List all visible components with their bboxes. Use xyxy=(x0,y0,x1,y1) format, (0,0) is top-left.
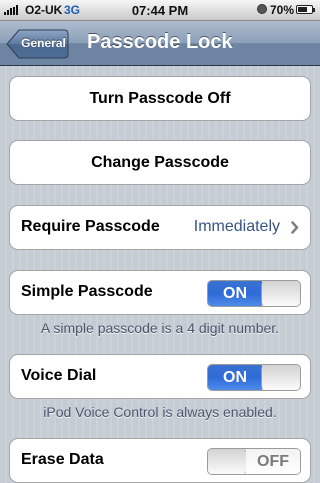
require-passcode-row[interactable]: Require Passcode Immediately xyxy=(9,205,311,250)
toggle-knob xyxy=(261,365,300,390)
status-bar: O2-UK 3G 07:44 PM 70% xyxy=(0,0,320,21)
voice-dial-toggle[interactable]: ON xyxy=(207,364,301,391)
battery-tip xyxy=(313,8,315,12)
toggle-knob xyxy=(261,281,300,306)
back-button-general[interactable]: General xyxy=(6,29,69,59)
battery-icon xyxy=(296,5,313,14)
simple-passcode-row: Simple Passcode ON xyxy=(9,270,311,315)
navigation-bar: General Passcode Lock xyxy=(0,21,320,66)
erase-data-label: Erase Data xyxy=(21,451,104,468)
erase-data-toggle[interactable]: OFF xyxy=(207,448,301,475)
toggle-knob xyxy=(208,449,247,474)
battery-percentage: 70% xyxy=(270,3,295,17)
require-passcode-label: Require Passcode xyxy=(21,218,160,235)
require-passcode-value: Immediately xyxy=(193,218,280,235)
rotation-lock-icon xyxy=(257,4,267,14)
page-title: Passcode Lock xyxy=(87,31,233,53)
simple-passcode-toggle[interactable]: ON xyxy=(207,280,301,307)
simple-passcode-label: Simple Passcode xyxy=(21,283,153,300)
simple-passcode-note: A simple passcode is a 4 digit number. xyxy=(40,320,280,336)
turn-passcode-off-button[interactable]: Turn Passcode Off xyxy=(9,76,311,121)
erase-data-row: Erase Data OFF xyxy=(9,438,311,483)
voice-control-note: iPod Voice Control is always enabled. xyxy=(43,404,277,420)
toggle-on-label: ON xyxy=(208,365,262,390)
back-button-label: General xyxy=(21,36,66,50)
toggle-on-label: ON xyxy=(208,281,262,306)
change-passcode-button[interactable]: Change Passcode xyxy=(9,140,311,185)
voice-dial-label: Voice Dial xyxy=(21,367,97,384)
chevron-right-icon xyxy=(291,221,299,234)
toggle-off-label: OFF xyxy=(246,449,300,474)
voice-dial-row: Voice Dial ON xyxy=(9,354,311,399)
